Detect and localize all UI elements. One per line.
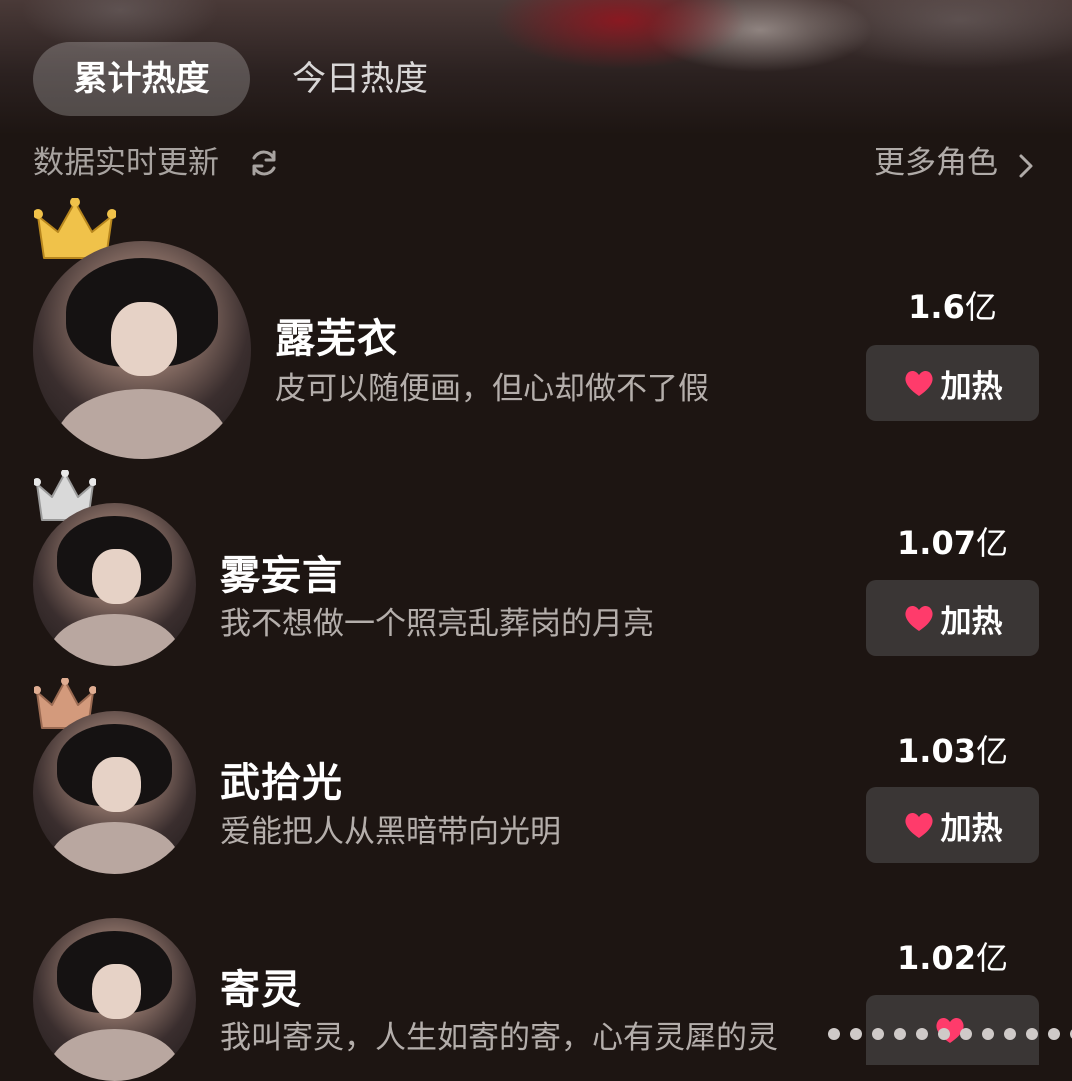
- tab-today-heat[interactable]: 今日热度: [265, 42, 455, 116]
- heart-icon: [903, 810, 935, 840]
- avatar-wu-shiguang[interactable]: [33, 711, 196, 874]
- chevron-right-icon: [1016, 148, 1036, 178]
- character-quote: 我不想做一个照亮乱葬岗的月亮: [220, 606, 654, 642]
- more-characters-link[interactable]: 更多角色: [874, 140, 1036, 186]
- boost-button[interactable]: 加热: [866, 787, 1039, 863]
- heat-count: 1.02亿: [897, 939, 1008, 977]
- heart-icon: [903, 603, 935, 633]
- heat-count: 1.07亿: [897, 524, 1008, 562]
- character-name: 寄灵: [220, 967, 302, 1013]
- character-quote: 爱能把人从黑暗带向光明: [220, 814, 561, 850]
- boost-label: 加热: [940, 810, 1003, 847]
- realtime-status-label: 数据实时更新: [33, 145, 219, 181]
- character-name: 露芜衣: [275, 316, 398, 362]
- boost-button[interactable]: 加热: [866, 580, 1039, 656]
- avatar-wu-wangyan[interactable]: [33, 503, 196, 666]
- avatar-lu-wuyi[interactable]: [33, 241, 251, 459]
- refresh-icon[interactable]: [247, 146, 281, 180]
- boost-label: 加热: [940, 368, 1003, 405]
- character-quote: 我叫寄灵，人生如寄的寄，心有灵犀的灵: [220, 1020, 778, 1056]
- character-name: 雾妄言: [220, 553, 343, 599]
- heat-count: 1.03亿: [897, 732, 1008, 770]
- boost-label: 加热: [940, 603, 1003, 640]
- heat-count: 1.6亿: [908, 288, 997, 326]
- watermark-dots: [828, 1028, 1072, 1040]
- character-quote: 皮可以随便画，但心却做不了假: [275, 371, 709, 407]
- boost-button[interactable]: 加热: [866, 345, 1039, 421]
- realtime-status: 数据实时更新: [33, 140, 281, 186]
- tab-cumulative-heat[interactable]: 累计热度: [33, 42, 250, 116]
- avatar-ji-ling[interactable]: [33, 918, 196, 1081]
- heart-icon: [903, 368, 935, 398]
- character-name: 武拾光: [220, 760, 343, 806]
- more-characters-label: 更多角色: [874, 145, 998, 181]
